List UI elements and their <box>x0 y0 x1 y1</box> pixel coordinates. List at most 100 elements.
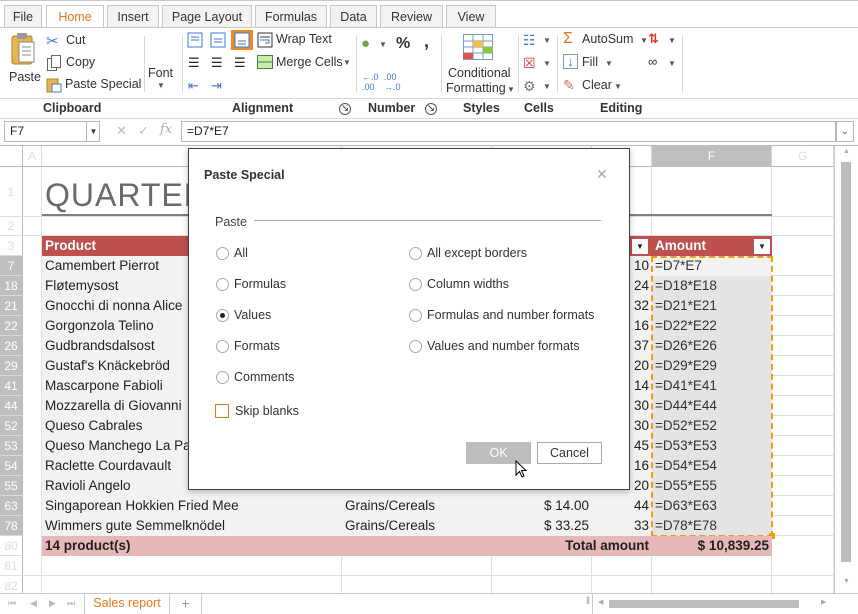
radio-all-except-borders[interactable] <box>409 247 422 260</box>
row-header[interactable]: 53 <box>0 436 23 456</box>
align-top-icon[interactable] <box>187 32 203 48</box>
confirm-entry-icon[interactable]: ✓ <box>138 123 149 139</box>
prev-sheet-icon[interactable]: ◀ <box>30 598 37 609</box>
name-box-dropdown-icon[interactable]: ▼ <box>86 122 100 141</box>
scroll-right-icon[interactable]: ▶ <box>821 598 826 606</box>
column-header-a[interactable]: A <box>23 146 42 167</box>
row-header[interactable]: 78 <box>0 516 23 536</box>
row-header[interactable]: 21 <box>0 296 23 316</box>
paste-special-button[interactable]: Paste Special <box>46 76 141 94</box>
row-header[interactable]: 54 <box>0 456 23 476</box>
horizontal-scrollbar[interactable]: ◀ ▶ <box>593 594 834 614</box>
radio-values-and-number-formats[interactable] <box>409 340 422 353</box>
tab-file[interactable]: File <box>4 5 42 29</box>
merge-cells-button[interactable]: Merge Cells ▼ <box>257 54 352 72</box>
radio-formulas-and-number-formats[interactable] <box>409 309 422 322</box>
radio-all[interactable] <box>216 247 229 260</box>
quantity-cell[interactable]: 44 <box>592 496 652 516</box>
align-bottom-button[interactable] <box>231 30 253 50</box>
row-header[interactable]: 18 <box>0 276 23 296</box>
percent-style-button[interactable]: % <box>396 35 410 53</box>
sort-filter-button[interactable]: ⇅ ▼ <box>648 31 678 50</box>
row-header[interactable]: 82 <box>0 576 23 593</box>
row-header[interactable]: 52 <box>0 416 23 436</box>
fill-button[interactable]: ↓ Fill ▼ <box>563 54 623 73</box>
price-cell[interactable]: $ 33.25 <box>492 516 592 536</box>
copy-button[interactable]: Copy <box>46 54 116 72</box>
alignment-dialog-launcher-icon[interactable]: ↘ <box>339 103 351 115</box>
sheet-tab-sales-report[interactable]: Sales report <box>84 594 170 614</box>
insert-cells-button[interactable]: ☷ ▼ <box>523 32 553 50</box>
row-header[interactable]: 63 <box>0 496 23 516</box>
row-header[interactable]: 80 <box>0 536 23 556</box>
decrease-indent-icon[interactable]: ⇤ <box>188 78 199 94</box>
close-icon[interactable]: ✕ <box>596 166 608 183</box>
product-cell[interactable]: Singaporean Hokkien Fried Mee <box>42 496 342 516</box>
horizontal-scroll-thumb[interactable] <box>609 600 799 608</box>
quantity-cell[interactable]: 33 <box>592 516 652 536</box>
row-header[interactable]: 41 <box>0 376 23 396</box>
find-button[interactable]: ∞ ▼ <box>648 54 678 73</box>
tab-view[interactable]: View <box>446 5 496 29</box>
radio-column-widths[interactable] <box>409 278 422 291</box>
delete-cells-button[interactable]: ☒ ▼ <box>523 55 553 73</box>
cancel-entry-icon[interactable]: ✕ <box>116 123 127 139</box>
add-sheet-button[interactable]: + <box>170 594 202 614</box>
increase-indent-icon[interactable]: ⇥ <box>211 78 222 94</box>
scroll-up-icon[interactable]: ▲ <box>843 148 850 155</box>
row-header[interactable]: 55 <box>0 476 23 496</box>
category-cell[interactable]: Grains/Cereals <box>342 516 492 536</box>
font-group-button[interactable]: Font ▼ <box>146 64 176 92</box>
number-dialog-launcher-icon[interactable]: ↘ <box>425 103 437 115</box>
align-right-icon[interactable]: ☰ <box>234 55 246 71</box>
radio-comments[interactable] <box>216 371 229 384</box>
cancel-button[interactable]: Cancel <box>537 442 602 464</box>
currency-format-button[interactable]: ● ▼ <box>361 35 391 54</box>
scroll-left-icon[interactable]: ◀ <box>598 598 603 606</box>
row-header[interactable]: 2 <box>0 217 23 236</box>
align-center-icon[interactable]: ☰ <box>211 55 223 71</box>
row-header[interactable]: 3 <box>0 236 23 256</box>
radio-formulas[interactable] <box>216 278 229 291</box>
column-header-g[interactable]: G <box>772 146 834 167</box>
expand-formula-bar-icon[interactable]: ⌄ <box>836 121 854 142</box>
category-cell[interactable]: Grains/Cereals <box>342 496 492 516</box>
formula-input[interactable]: =D7*E7 <box>181 121 836 142</box>
vertical-scrollbar[interactable]: ▲ ▼ <box>834 146 858 593</box>
format-cells-button[interactable]: ⚙ ▼ <box>523 78 553 96</box>
column-header-f[interactable]: F <box>652 146 772 167</box>
row-header[interactable]: 22 <box>0 316 23 336</box>
decrease-decimal-icon[interactable]: .00 →.0 <box>384 72 401 92</box>
row-header[interactable]: 1 <box>0 167 23 217</box>
filter-dropdown-icon[interactable]: ▼ <box>754 239 770 254</box>
tab-data[interactable]: Data <box>330 5 377 29</box>
scroll-down-icon[interactable]: ▼ <box>843 578 850 585</box>
tab-insert[interactable]: Insert <box>107 5 159 29</box>
select-all-corner[interactable] <box>0 146 23 167</box>
first-sheet-icon[interactable]: ⏮ <box>8 598 16 609</box>
comma-style-button[interactable]: , <box>424 31 429 52</box>
conditional-formatting-button[interactable]: Conditional Formatting ▼ <box>446 32 516 96</box>
function-icon[interactable]: fx <box>160 122 172 137</box>
wrap-text-button[interactable]: Wrap Text <box>257 32 337 50</box>
tab-page-layout[interactable]: Page Layout <box>162 5 252 29</box>
filter-dropdown-icon[interactable]: ▼ <box>632 239 648 254</box>
tab-split-handle-icon[interactable]: ‖ <box>586 596 590 607</box>
row-header[interactable]: 26 <box>0 336 23 356</box>
autosum-button[interactable]: Σ AutoSum ▼ <box>563 30 653 50</box>
row-header[interactable]: 7 <box>0 256 23 276</box>
cut-button[interactable]: ✂ Cut <box>46 32 116 50</box>
row-header[interactable]: 44 <box>0 396 23 416</box>
clear-button[interactable]: ✎ Clear ▼ <box>563 77 633 96</box>
row-header[interactable]: 81 <box>0 556 23 576</box>
paste-button[interactable]: Paste <box>6 32 41 94</box>
tab-review[interactable]: Review <box>380 5 443 29</box>
radio-values[interactable] <box>216 309 229 322</box>
skip-blanks-checkbox[interactable] <box>215 404 229 418</box>
row-header[interactable]: 29 <box>0 356 23 376</box>
vertical-scroll-thumb[interactable] <box>841 162 851 562</box>
align-left-icon[interactable]: ☰ <box>188 55 200 71</box>
align-middle-icon[interactable] <box>210 32 226 48</box>
price-cell[interactable]: $ 14.00 <box>492 496 592 516</box>
last-sheet-icon[interactable]: ⏭ <box>67 598 75 609</box>
